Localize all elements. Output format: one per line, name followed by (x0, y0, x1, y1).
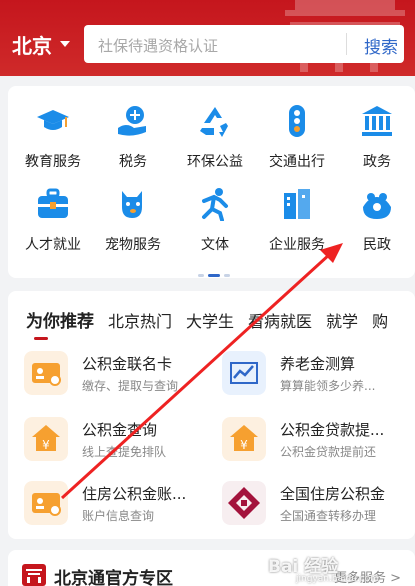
traffic-light-icon (289, 105, 305, 137)
search-divider (346, 33, 347, 55)
service-traffic[interactable]: 交通出行 (256, 104, 338, 171)
service-label: 宠物服务 (105, 237, 161, 253)
item-title: 住房公积金账... (82, 485, 187, 503)
page-dot (198, 274, 204, 277)
service-label: 税务 (119, 154, 147, 170)
page-indicator (198, 262, 234, 281)
recycle-icon (200, 107, 228, 137)
service-enterprise[interactable]: 企业服务 (256, 187, 338, 254)
tab-medical[interactable]: 看病就医 (248, 308, 312, 332)
tab-indicator (34, 337, 48, 340)
pet-icon (122, 191, 142, 218)
recommend-card: 为你推荐 北京热门 大学生 看病就医 就学购 公积金联名卡 缴存、提取与查询 养老金测算… (8, 291, 415, 539)
service-pet[interactable]: 宠物服务 (92, 187, 174, 254)
chevron-down-icon[interactable] (60, 41, 70, 47)
service-employment[interactable]: 人才就业 (12, 187, 94, 254)
service-education[interactable]: 教育服务 (12, 104, 94, 171)
id-card-icon (24, 481, 68, 525)
item-subtitle: 算算能领多少养... (280, 379, 376, 393)
city-selector[interactable]: 北京 (12, 30, 52, 59)
service-civil-affairs[interactable]: 民政 (336, 187, 415, 254)
line-chart-icon (222, 351, 266, 395)
service-label: 教育服务 (25, 154, 81, 170)
item-title: 公积金查询 (82, 421, 158, 439)
search-box[interactable]: 社保待遇资格认证 搜索 (84, 25, 404, 63)
service-tax[interactable]: 税务 (92, 104, 174, 171)
item-subtitle: 全国通查转移办理 (280, 509, 377, 523)
item-subtitle: 账户信息查询 (82, 509, 155, 523)
house-yuan-icon: ¥ (222, 417, 266, 461)
house-yuan-icon: ¥ (24, 417, 68, 461)
government-building-icon (362, 106, 392, 136)
search-button[interactable]: 搜索 (364, 33, 398, 58)
item-title: 公积金联名卡 (82, 355, 173, 373)
list-item[interactable]: ¥ 公积金查询 线上查提免排队 (24, 417, 214, 463)
running-person-icon (202, 188, 228, 222)
service-label: 交通出行 (269, 154, 325, 170)
service-label: 企业服务 (269, 237, 325, 253)
tab-shopping[interactable]: 购 (372, 308, 388, 332)
service-culture-sports[interactable]: 文体 (174, 187, 256, 254)
watermark-url: jingyan.baidu.com (296, 574, 380, 584)
page-dot (224, 274, 230, 277)
beijing-tong-logo-icon (22, 564, 46, 586)
header-bar: 北京 社保待遇资格认证 搜索 (0, 0, 415, 76)
svg-text:¥: ¥ (42, 438, 50, 452)
list-item[interactable]: 全国住房公积金 全国通查转移办理 (222, 481, 412, 527)
svg-text:¥: ¥ (240, 438, 248, 452)
item-subtitle: 线上查提免排队 (82, 445, 167, 459)
graduation-cap-icon (37, 110, 69, 130)
id-card-icon (24, 351, 68, 395)
list-item[interactable]: 养老金测算 算算能领多少养... (222, 351, 412, 397)
recommend-tabs: 为你推荐 北京热门 大学生 看病就医 就学购 (26, 307, 402, 332)
service-environment[interactable]: 环保公益 (174, 104, 256, 171)
list-item[interactable]: 住房公积金账... 账户信息查询 (24, 481, 214, 527)
tab-school[interactable]: 就学 (326, 308, 358, 332)
list-item[interactable]: ¥ 公积金贷款提... 公积金贷款提前还 (222, 417, 412, 463)
tax-hand-icon (118, 106, 146, 136)
tab-beijing-hot[interactable]: 北京热门 (108, 308, 172, 332)
page-dot-active (208, 274, 220, 277)
item-subtitle: 缴存、提取与查询 (82, 379, 179, 393)
service-grid: 教育服务 税务 环保公益 交通出行 政务 人才就业 宠物服务 文体 企业服务 民… (8, 86, 415, 278)
housing-fund-logo-icon (222, 481, 266, 525)
service-label: 政务 (363, 154, 391, 170)
service-label: 民政 (363, 237, 391, 253)
service-government[interactable]: 政务 (336, 104, 415, 171)
office-building-icon (284, 189, 310, 219)
tab-recommend[interactable]: 为你推荐 (26, 307, 94, 332)
family-icon (363, 193, 391, 219)
search-input[interactable]: 社保待遇资格认证 (98, 35, 218, 56)
service-label: 环保公益 (187, 154, 243, 170)
item-title: 全国住房公积金 (280, 485, 386, 503)
service-label: 文体 (201, 237, 229, 253)
briefcase-icon (38, 188, 68, 218)
item-title: 养老金测算 (280, 355, 356, 373)
service-label: 人才就业 (25, 237, 81, 253)
section-title: 北京通官方专区 (54, 569, 173, 586)
list-item[interactable]: 公积金联名卡 缴存、提取与查询 (24, 351, 214, 397)
tab-college[interactable]: 大学生 (186, 308, 234, 332)
item-subtitle: 公积金贷款提前还 (280, 445, 377, 459)
item-title: 公积金贷款提... (280, 421, 385, 439)
